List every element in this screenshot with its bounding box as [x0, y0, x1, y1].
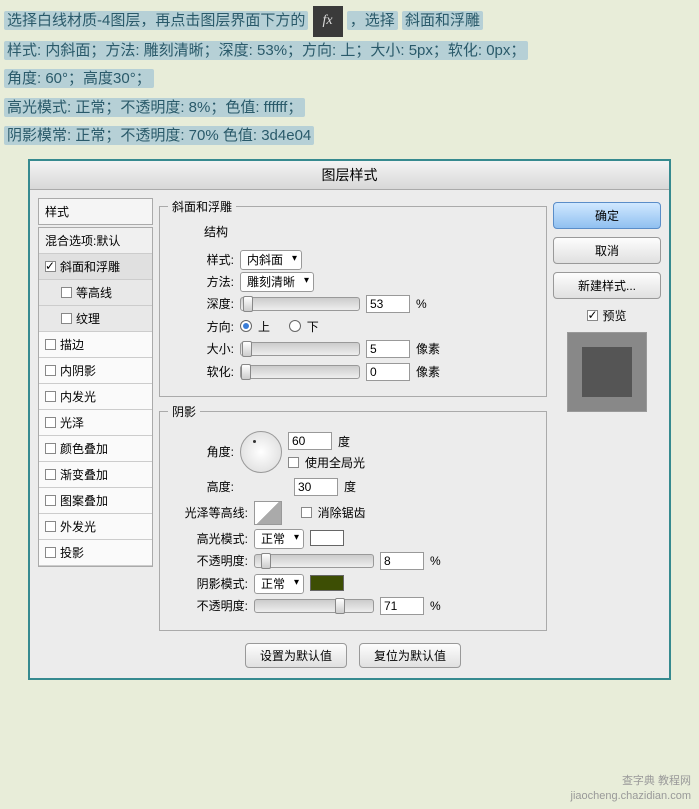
- style-item-pattern-overlay[interactable]: 图案叠加: [39, 488, 152, 514]
- style-item-inner-glow[interactable]: 内发光: [39, 384, 152, 410]
- shadow-mode-label: 阴影模式:: [168, 575, 248, 592]
- highlight-opacity-input[interactable]: [380, 552, 424, 570]
- contour-swatch[interactable]: [254, 501, 282, 525]
- method-label: 方法:: [168, 273, 234, 290]
- reset-default-button[interactable]: 复位为默认值: [359, 643, 461, 668]
- style-item-drop-shadow[interactable]: 投影: [39, 540, 152, 566]
- highlight-opacity-label: 不透明度:: [168, 552, 248, 569]
- depth-slider[interactable]: [240, 297, 360, 311]
- shading-fieldset: 阴影 角度: 度 使用全局光: [159, 403, 547, 631]
- highlight-mode-select[interactable]: 正常: [254, 529, 304, 549]
- watermark: 查字典 教程网 jiaocheng.chazidian.com: [571, 774, 691, 803]
- cancel-button[interactable]: 取消: [553, 237, 661, 264]
- depth-label: 深度:: [168, 295, 234, 312]
- method-select[interactable]: 雕刻清晰: [240, 272, 314, 292]
- set-default-button[interactable]: 设置为默认值: [245, 643, 347, 668]
- style-item-bevel[interactable]: 斜面和浮雕: [39, 254, 152, 280]
- altitude-label: 高度:: [168, 478, 234, 495]
- checkbox-icon[interactable]: [45, 495, 56, 506]
- action-panel: 确定 取消 新建样式... 预览: [553, 198, 661, 670]
- angle-label: 角度:: [168, 443, 234, 460]
- checkbox-icon[interactable]: [61, 313, 72, 324]
- shadow-opacity-label: 不透明度:: [168, 597, 248, 614]
- depth-input[interactable]: [366, 295, 410, 313]
- checkbox-icon[interactable]: [45, 339, 56, 350]
- shadow-opacity-slider[interactable]: [254, 599, 374, 613]
- angle-input[interactable]: [288, 432, 332, 450]
- style-item-outer-glow[interactable]: 外发光: [39, 514, 152, 540]
- antialias-checkbox[interactable]: [301, 507, 312, 518]
- checkbox-icon[interactable]: [45, 547, 56, 558]
- shadow-color-swatch[interactable]: [310, 575, 344, 591]
- styles-header[interactable]: 样式: [38, 198, 153, 225]
- checkbox-icon[interactable]: [45, 443, 56, 454]
- soften-slider[interactable]: [240, 365, 360, 379]
- soften-label: 软化:: [168, 363, 234, 380]
- checkbox-icon[interactable]: [45, 521, 56, 532]
- checkbox-icon[interactable]: [61, 287, 72, 298]
- bevel-legend: 斜面和浮雕: [168, 198, 236, 215]
- direction-up-radio[interactable]: [240, 320, 252, 332]
- layer-style-dialog: 图层样式 样式 混合选项:默认 斜面和浮雕 等高线 纹理 描边 内: [28, 159, 671, 680]
- style-item-inner-shadow[interactable]: 内阴影: [39, 358, 152, 384]
- shadow-mode-select[interactable]: 正常: [254, 574, 304, 594]
- instruction-text: 选择白线材质-4图层，再点击图层界面下方的 fx ，选择 斜面和浮雕 样式: 内…: [0, 0, 699, 157]
- checkbox-icon[interactable]: [45, 469, 56, 480]
- structure-label: 结构: [168, 221, 538, 246]
- style-item-texture[interactable]: 纹理: [39, 306, 152, 332]
- dialog-title: 图层样式: [30, 161, 669, 190]
- direction-label: 方向:: [168, 318, 234, 335]
- gloss-contour-label: 光泽等高线:: [168, 504, 248, 521]
- altitude-input[interactable]: [294, 478, 338, 496]
- highlight-opacity-slider[interactable]: [254, 554, 374, 568]
- highlight-color-swatch[interactable]: [310, 530, 344, 546]
- style-select[interactable]: 内斜面: [240, 250, 302, 270]
- preview-checkbox[interactable]: [587, 310, 598, 321]
- style-item-color-overlay[interactable]: 颜色叠加: [39, 436, 152, 462]
- style-item-satin[interactable]: 光泽: [39, 410, 152, 436]
- angle-dial[interactable]: [240, 431, 282, 473]
- bevel-fieldset: 斜面和浮雕 结构 样式: 内斜面 方法: 雕刻清晰 深度: % 方向:: [159, 198, 547, 397]
- shadow-opacity-input[interactable]: [380, 597, 424, 615]
- style-label: 样式:: [168, 251, 234, 268]
- highlight-mode-label: 高光模式:: [168, 530, 248, 547]
- checkbox-icon[interactable]: [45, 365, 56, 376]
- preview-thumbnail: [567, 332, 647, 412]
- style-item-contour[interactable]: 等高线: [39, 280, 152, 306]
- soften-input[interactable]: [366, 363, 410, 381]
- styles-sidebar: 样式 混合选项:默认 斜面和浮雕 等高线 纹理 描边 内阴影 内发光 光: [38, 198, 153, 670]
- size-slider[interactable]: [240, 342, 360, 356]
- checkbox-icon[interactable]: [45, 391, 56, 402]
- fx-icon: fx: [313, 6, 343, 37]
- style-item-stroke[interactable]: 描边: [39, 332, 152, 358]
- shading-legend: 阴影: [168, 403, 200, 420]
- direction-down-radio[interactable]: [289, 320, 301, 332]
- blend-options-item[interactable]: 混合选项:默认: [39, 228, 152, 254]
- size-input[interactable]: [366, 340, 410, 358]
- size-label: 大小:: [168, 340, 234, 357]
- checkbox-icon[interactable]: [45, 417, 56, 428]
- new-style-button[interactable]: 新建样式...: [553, 272, 661, 299]
- preview-label: 预览: [602, 307, 626, 324]
- global-light-checkbox[interactable]: [288, 457, 299, 468]
- settings-panel: 斜面和浮雕 结构 样式: 内斜面 方法: 雕刻清晰 深度: % 方向:: [159, 198, 547, 670]
- checkbox-icon[interactable]: [45, 261, 56, 272]
- ok-button[interactable]: 确定: [553, 202, 661, 229]
- style-item-gradient-overlay[interactable]: 渐变叠加: [39, 462, 152, 488]
